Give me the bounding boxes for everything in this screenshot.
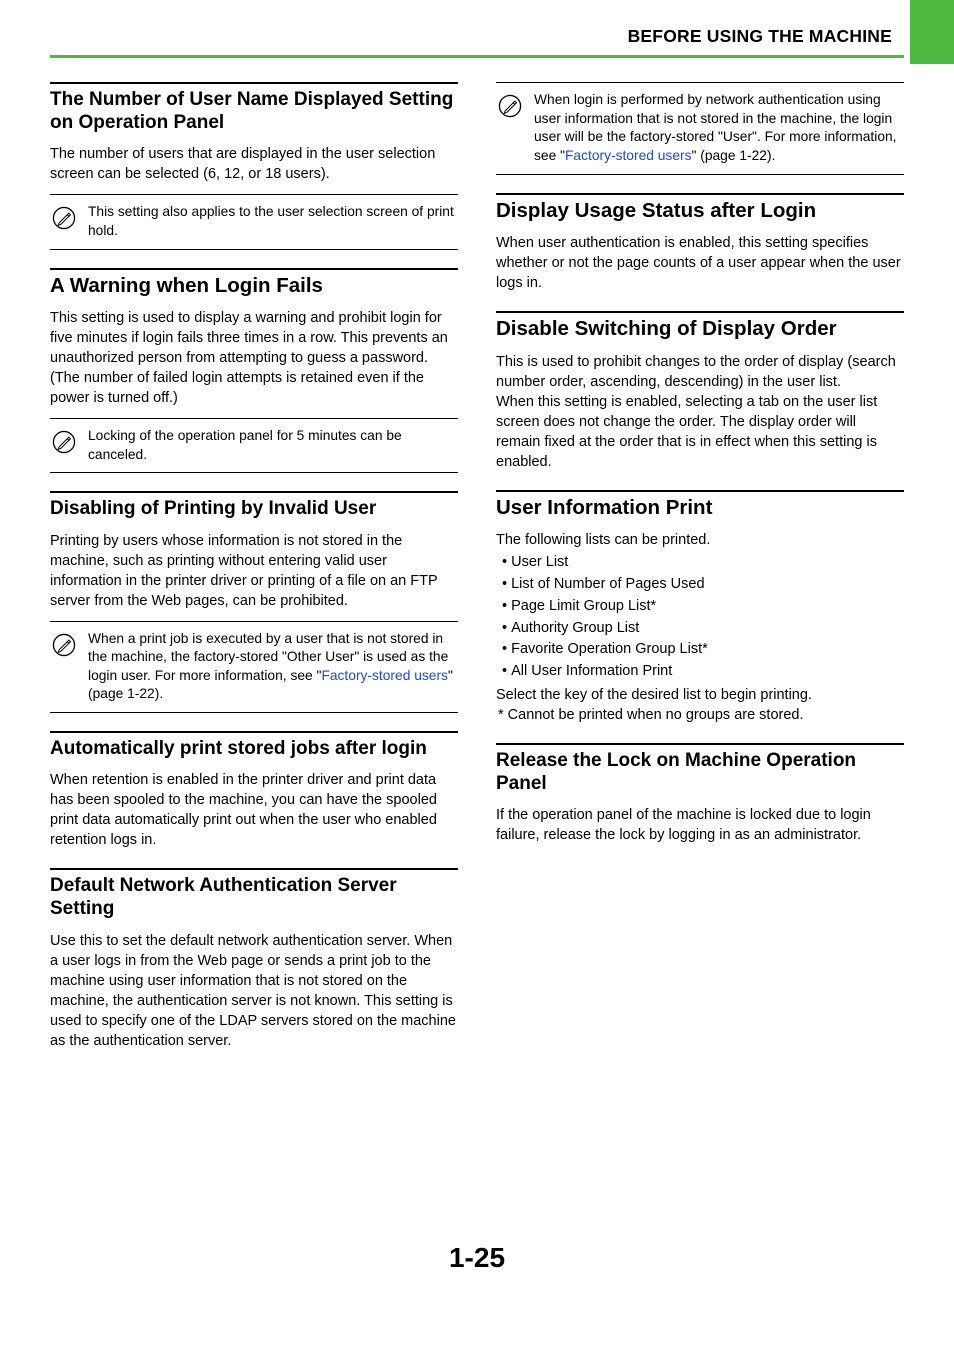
- note-text: When a print job is executed by a user t…: [88, 630, 458, 705]
- list-item: User List: [502, 552, 904, 574]
- note-box: When a print job is executed by a user t…: [50, 621, 458, 714]
- body-text: The number of users that are displayed i…: [50, 144, 458, 184]
- left-column: The Number of User Name Displayed Settin…: [50, 82, 458, 1051]
- note-rule: [50, 472, 458, 473]
- pencil-icon: [50, 203, 78, 231]
- note-box: Locking of the operation panel for 5 min…: [50, 418, 458, 473]
- note-rule: [50, 712, 458, 713]
- section-rule: [496, 743, 904, 745]
- header-title: BEFORE USING THE MACHINE: [50, 26, 904, 47]
- list-item: Favorite Operation Group List*: [502, 639, 904, 661]
- note-post: (page 1-22).: [700, 148, 775, 163]
- section-rule: [496, 311, 904, 313]
- header-rule: [50, 55, 904, 58]
- page-number: 1-25: [0, 1242, 954, 1274]
- note-rule: [496, 174, 904, 175]
- section-display-usage: Display Usage Status after Login When us…: [496, 193, 904, 294]
- pencil-icon: [50, 630, 78, 658]
- section-auto-print-stored: Automatically print stored jobs after lo…: [50, 731, 458, 850]
- footnote: * Cannot be printed when no groups are s…: [496, 705, 904, 725]
- note-post: (page 1-22).: [88, 686, 163, 701]
- section-rule: [50, 82, 458, 84]
- section-title: Default Network Authentication Server Se…: [50, 874, 458, 920]
- section-rule: [496, 193, 904, 195]
- list-item: All User Information Print: [502, 661, 904, 683]
- bullet-list: User List List of Number of Pages Used P…: [496, 552, 904, 683]
- note-rule: [50, 249, 458, 250]
- note-text: When login is performed by network authe…: [534, 91, 904, 166]
- section-user-name-count: The Number of User Name Displayed Settin…: [50, 82, 458, 250]
- list-item: Page Limit Group List*: [502, 596, 904, 618]
- link-factory-users[interactable]: Factory-stored users: [321, 668, 448, 683]
- section-title: Disabling of Printing by Invalid User: [50, 497, 458, 520]
- section-disable-print-invalid: Disabling of Printing by Invalid User Pr…: [50, 491, 458, 713]
- section-rule: [50, 731, 458, 733]
- pencil-icon: [496, 91, 524, 119]
- section-warning-login-fails: A Warning when Login Fails This setting …: [50, 268, 458, 474]
- body-text: If the operation panel of the machine is…: [496, 805, 904, 845]
- body-text: When this setting is enabled, selecting …: [496, 392, 904, 472]
- section-rule: [50, 491, 458, 493]
- section-rule: [496, 490, 904, 492]
- link-factory-users[interactable]: Factory-stored users: [565, 148, 692, 163]
- section-release-lock: Release the Lock on Machine Operation Pa…: [496, 743, 904, 845]
- section-title: User Information Print: [496, 496, 904, 521]
- body-text: Printing by users whose information is n…: [50, 531, 458, 611]
- note-box: When login is performed by network authe…: [496, 82, 904, 175]
- page-header: BEFORE USING THE MACHINE: [50, 26, 904, 58]
- body-text: When user authentication is enabled, thi…: [496, 233, 904, 293]
- section-title: Disable Switching of Display Order: [496, 317, 904, 342]
- body-text: This setting is used to display a warnin…: [50, 308, 458, 408]
- body-text: The following lists can be printed.: [496, 530, 904, 550]
- body-text: When retention is enabled in the printer…: [50, 770, 458, 850]
- section-title: Release the Lock on Machine Operation Pa…: [496, 749, 904, 795]
- section-rule: [50, 268, 458, 270]
- section-disable-switching: Disable Switching of Display Order This …: [496, 311, 904, 472]
- pencil-icon: [50, 427, 78, 455]
- section-user-info-print: User Information Print The following lis…: [496, 490, 904, 725]
- list-item: List of Number of Pages Used: [502, 574, 904, 596]
- body-text: This is used to prohibit changes to the …: [496, 352, 904, 392]
- section-rule: [50, 868, 458, 870]
- section-title: The Number of User Name Displayed Settin…: [50, 88, 458, 134]
- note-text: Locking of the operation panel for 5 min…: [88, 427, 458, 464]
- right-column: When login is performed by network authe…: [496, 82, 904, 1051]
- note-text: This setting also applies to the user se…: [88, 203, 458, 240]
- note-box: This setting also applies to the user se…: [50, 194, 458, 249]
- body-text: Use this to set the default network auth…: [50, 931, 458, 1051]
- section-title: Automatically print stored jobs after lo…: [50, 737, 458, 760]
- section-default-auth-server: Default Network Authentication Server Se…: [50, 868, 458, 1050]
- list-item: Authority Group List: [502, 618, 904, 640]
- section-title: Display Usage Status after Login: [496, 199, 904, 224]
- body-text: Select the key of the desired list to be…: [496, 685, 904, 705]
- tab-decor: [910, 0, 954, 64]
- section-title: A Warning when Login Fails: [50, 274, 458, 299]
